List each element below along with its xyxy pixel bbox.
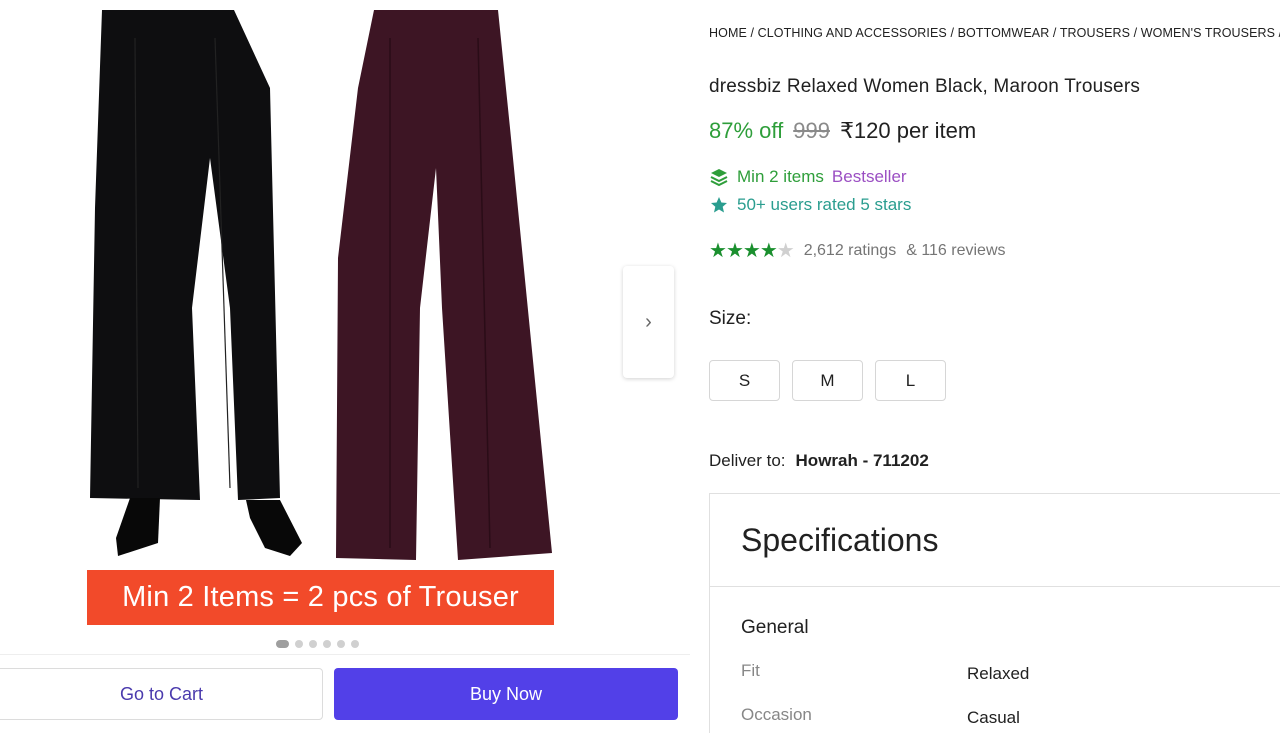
chevron-right-icon: › <box>645 310 652 333</box>
pagination-dot[interactable] <box>323 640 331 648</box>
selling-price: ₹120 per item <box>839 118 977 143</box>
min-items-row: Min 2 items Bestseller <box>709 167 907 187</box>
users-rated-row: 50+ users rated 5 stars <box>709 195 911 215</box>
star-badge-icon <box>711 197 727 213</box>
layers-icon <box>710 169 728 187</box>
mrp-price: 999 <box>793 118 830 143</box>
action-bar: Go to Cart Buy Now <box>0 654 690 733</box>
go-to-cart-button[interactable]: Go to Cart <box>0 668 323 720</box>
spec-group-title: General <box>741 617 809 638</box>
size-option-l[interactable]: L <box>875 360 946 401</box>
star-icon: ★ <box>725 240 744 262</box>
next-image-button[interactable]: › <box>623 266 674 378</box>
bestseller-badge: Bestseller <box>831 167 907 186</box>
black-trousers-image <box>90 10 280 500</box>
discount-label: 87% off <box>709 118 784 143</box>
size-option-s[interactable]: S <box>709 360 780 401</box>
size-options: S M L <box>709 360 946 401</box>
ratings-row[interactable]: ★★★★★ 2,612 ratings & 116 reviews <box>709 238 1006 263</box>
product-details: HOME / CLOTHING AND ACCESSORIES / BOTTOM… <box>709 0 1280 733</box>
product-image[interactable] <box>80 8 560 628</box>
spec-key: Occasion <box>741 705 812 724</box>
spec-key: Fit <box>741 661 760 680</box>
product-title: dressbiz Relaxed Women Black, Maroon Tro… <box>709 76 1141 97</box>
size-label: Size: <box>709 308 752 329</box>
pagination-dot[interactable] <box>309 640 317 648</box>
pagination-dot[interactable] <box>295 640 303 648</box>
star-icon: ★ <box>742 240 761 262</box>
users-rated-label: 50+ users rated 5 stars <box>737 195 912 214</box>
delivery-location[interactable]: Deliver to: Howrah - 711202 <box>709 451 929 471</box>
size-option-m[interactable]: M <box>792 360 863 401</box>
image-pagination-dots <box>276 640 359 648</box>
buy-now-button[interactable]: Buy Now <box>334 668 678 720</box>
deliver-label: Deliver to: <box>709 451 786 470</box>
star-empty-icon: ★ <box>776 240 795 262</box>
pagination-dot[interactable] <box>351 640 359 648</box>
rating-stars: ★★★★★ <box>709 238 795 263</box>
min-items-label: Min 2 items <box>737 167 824 186</box>
pagination-dot[interactable] <box>337 640 345 648</box>
star-icon: ★ <box>759 240 778 262</box>
black-shoe-left <box>116 498 160 556</box>
maroon-trousers-image <box>336 10 552 560</box>
breadcrumb[interactable]: HOME / CLOTHING AND ACCESSORIES / BOTTOM… <box>709 26 1280 40</box>
specifications-title: Specifications <box>710 494 1280 587</box>
spec-value: Relaxed <box>967 664 1030 683</box>
specifications-panel: Specifications General Fit Relaxed Occas… <box>709 493 1280 733</box>
star-icon: ★ <box>709 240 727 262</box>
ratings-count: 2,612 ratings <box>803 241 897 259</box>
price-row: 87% off 999 ₹120 per item <box>709 118 976 144</box>
product-gallery: Min 2 Items = 2 pcs of Trouser › Go to C… <box>0 0 690 733</box>
delivery-address: Howrah - 711202 <box>795 451 929 470</box>
spec-value: Casual <box>967 708 1020 727</box>
reviews-count: & 116 reviews <box>906 241 1006 259</box>
black-shoe-right <box>246 500 302 556</box>
pagination-dot[interactable] <box>276 640 289 648</box>
promo-banner: Min 2 Items = 2 pcs of Trouser <box>87 570 554 625</box>
